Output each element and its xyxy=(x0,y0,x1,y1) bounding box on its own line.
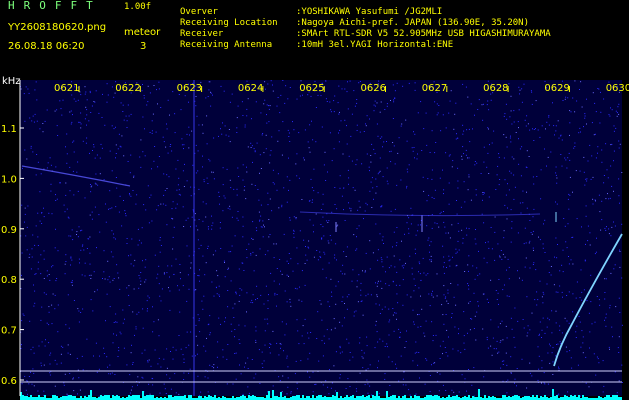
x-tick-label: 0622 xyxy=(115,83,140,94)
plot-background xyxy=(20,80,622,396)
x-tick-label: 0623 xyxy=(177,83,202,94)
x-tick-label: 0630 xyxy=(606,83,629,94)
y-tick-label: 0.8 xyxy=(1,275,17,286)
y-axis-label: kHz xyxy=(2,76,21,87)
spectrogram: kHz 1.1 1.0 0.9 0.8 0.7 0.6 0621 0622 0623 0624 062… xyxy=(1,76,629,400)
x-tick-label: 0624 xyxy=(238,83,263,94)
x-tick-label: 0625 xyxy=(299,83,324,94)
x-tick-label: 0627 xyxy=(422,83,447,94)
y-tick-label: 0.9 xyxy=(1,225,17,236)
x-tick-label: 0629 xyxy=(544,83,569,94)
x-tick-label: 0626 xyxy=(361,83,386,94)
y-tick-label: 1.0 xyxy=(1,174,17,185)
x-tick-label: 0628 xyxy=(483,83,508,94)
y-tick-label: 1.1 xyxy=(1,124,17,135)
y-tick-label: 0.6 xyxy=(1,376,17,387)
x-tick-label: 0621 xyxy=(54,83,79,94)
y-tick-label: 0.7 xyxy=(1,326,17,337)
